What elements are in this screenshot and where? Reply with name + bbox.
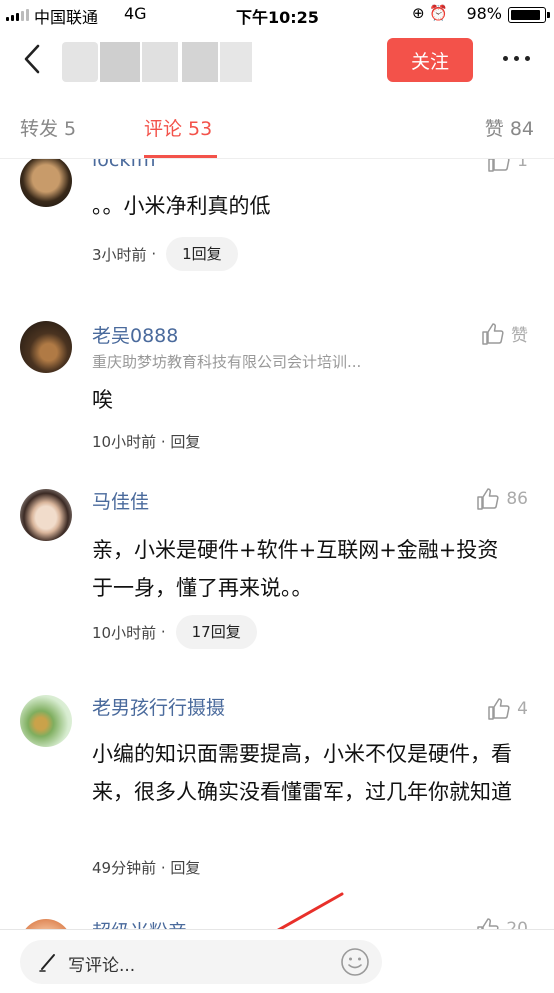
comment-item: 老男孩行行摄摄 4 小编的知识面需要提高，小米不仅是硬件，看来，很多人确实没看懂… [0, 693, 554, 893]
alarm-icon: ⊕ ⏰ [411, 4, 448, 22]
thumb-up-icon [488, 698, 510, 720]
like-button[interactable]: 4 [487, 697, 528, 721]
meta-dot: · [156, 858, 171, 877]
meta-dot: · [156, 432, 171, 451]
comment-list[interactable]: lockfm 1 。。小米净利真的低 3小时前 · 1回复 老吴0888 重庆助… [0, 159, 554, 929]
comment-text: 小编的知识面需要提高，小米不仅是硬件，看来，很多人确实没看懂雷军，过几年你就知道 [92, 742, 512, 804]
comment-meta: 49分钟前 · 回复 [92, 857, 200, 878]
comment-text: 。。小米净利真的低 [92, 194, 271, 218]
reply-button[interactable]: 回复 [170, 431, 200, 452]
thumb-up-icon [477, 488, 499, 510]
reply-count-button[interactable]: 1回复 [166, 237, 238, 271]
comment-username[interactable]: 老男孩行行摄摄 [92, 693, 225, 720]
reply-count-button[interactable]: 17回复 [175, 615, 257, 649]
clock: 下午10:25 [236, 8, 319, 27]
write-comment-input[interactable]: 写评论... [20, 940, 382, 984]
like-count: 20 [506, 919, 528, 929]
comment-time: 10小时前 [92, 433, 157, 451]
like-label: 赞 [511, 326, 528, 346]
like-button[interactable]: 赞 [481, 321, 528, 346]
comment-time: 49分钟前 [92, 859, 157, 877]
avatar[interactable] [20, 695, 72, 747]
follow-button[interactable]: 关注 [387, 38, 473, 82]
comment-bar: 写评论... [0, 929, 554, 993]
write-comment-placeholder: 写评论... [68, 956, 136, 976]
nav-bar: 关注 [0, 28, 554, 92]
comment-username[interactable]: 马佳佳 [92, 487, 149, 514]
like-count: 86 [506, 489, 528, 509]
comment-item: 超级米粉帝 20 [0, 915, 554, 929]
reply-button[interactable]: 回复 [170, 857, 200, 878]
comment-item: lockfm 1 。。小米净利真的低 3小时前 · 1回复 [0, 159, 554, 281]
battery-fill [511, 10, 541, 20]
like-button[interactable]: 1 [487, 159, 528, 173]
carrier-label: 中国联通 [34, 8, 99, 27]
like-button[interactable]: 86 [476, 487, 528, 511]
comment-text: 唉 [92, 388, 113, 412]
comment-item: 老吴0888 重庆助梦坊教育科技有限公司会计培训... 赞 唉 10小时前 · … [0, 319, 554, 459]
comment-username[interactable]: lockfm [92, 159, 156, 171]
comment-item: 马佳佳 86 亲，小米是硬件+软件+互联网+金融+投资于一身，懂了再来说。。 1… [0, 487, 554, 667]
thumb-up-icon [488, 159, 510, 172]
tab-likes[interactable]: 赞 84 [485, 114, 534, 141]
meta-dot: · [156, 623, 166, 641]
tab-forward[interactable]: 转发 5 [20, 114, 76, 141]
battery-percent: 98% [466, 4, 502, 23]
comment-time: 3小时前 [92, 245, 147, 264]
comment-text: 亲，小米是硬件+软件+互联网+金融+投资于一身，懂了再来说。。 [92, 538, 499, 600]
thumb-up-icon [482, 322, 504, 345]
avatar[interactable] [20, 919, 72, 929]
like-button[interactable]: 20 [476, 917, 528, 929]
pen-icon [39, 954, 55, 972]
comment-meta: 10小时前 · 17回复 [92, 615, 257, 649]
battery-icon [508, 7, 550, 23]
comment-username[interactable]: 超级米粉帝 [92, 917, 187, 929]
avatar[interactable] [20, 159, 72, 207]
comment-user-subtitle: 重庆助梦坊教育科技有限公司会计培训... [92, 353, 362, 371]
blurred-title [62, 42, 262, 82]
comment-time: 10小时前 [92, 623, 157, 642]
comment-meta: 10小时前 · 回复 [92, 431, 200, 452]
avatar[interactable] [20, 489, 72, 541]
like-count: 1 [517, 159, 528, 171]
back-icon[interactable] [18, 42, 48, 76]
emoji-icon[interactable] [340, 947, 370, 977]
signal-icon [6, 9, 29, 21]
comment-meta: 3小时前 · 1回复 [92, 237, 238, 271]
meta-dot: · [146, 245, 157, 263]
network-label: 4G [124, 4, 147, 23]
tab-comments[interactable]: 评论 53 [144, 114, 212, 141]
thumb-up-icon [477, 918, 499, 929]
tab-bar: 转发 5 评论 53 赞 84 [0, 92, 554, 159]
avatar[interactable] [20, 321, 72, 373]
comment-username[interactable]: 老吴0888 [92, 321, 178, 348]
more-icon[interactable] [496, 48, 536, 68]
like-count: 4 [517, 699, 528, 719]
status-bar: 中国联通 4G 下午10:25 ⊕ ⏰ 98% [0, 0, 554, 28]
active-tab-indicator [144, 155, 217, 158]
